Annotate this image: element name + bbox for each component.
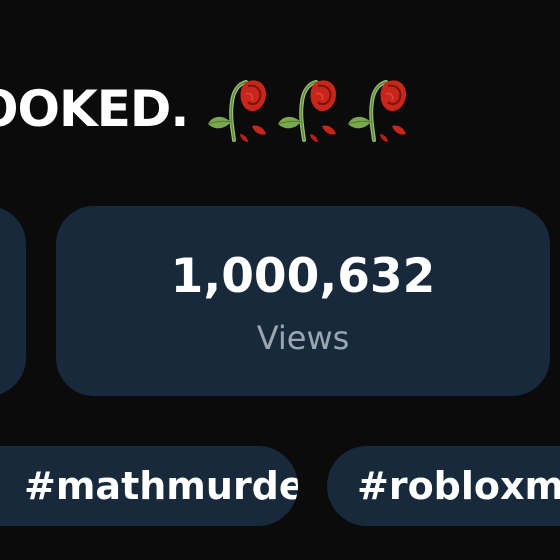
views-label: Views xyxy=(256,318,350,357)
hashtag-label: #mathmurder xyxy=(24,464,298,508)
hashtag-chip-robloxma[interactable]: #robloxma xyxy=(327,446,560,526)
headline-text: OOKED. xyxy=(0,80,189,138)
views-count: 1,000,632 xyxy=(170,248,436,304)
headline: OOKED. xyxy=(0,74,410,144)
wilted-rose-icon xyxy=(208,80,267,142)
wilted-rose-icon xyxy=(348,80,407,142)
stat-card-partial xyxy=(0,206,26,396)
views-stat-card: 1,000,632 Views xyxy=(56,206,550,396)
hashtag-chip-mathmurder[interactable]: #mathmurder xyxy=(0,446,298,526)
screen: OOKED. xyxy=(0,0,560,560)
wilted-rose-icon xyxy=(278,80,337,142)
hashtag-label: #robloxma xyxy=(357,464,560,508)
